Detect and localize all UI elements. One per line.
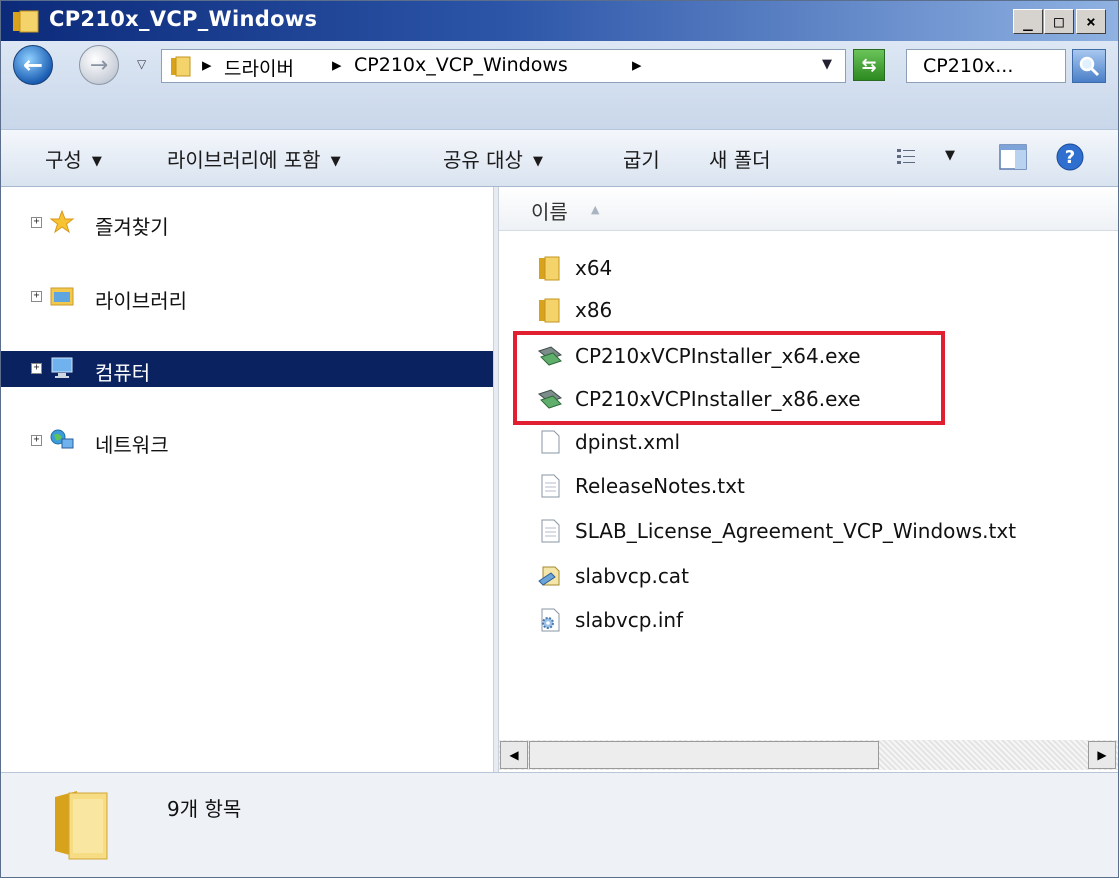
triangle-right-icon: ▶ <box>1097 748 1107 762</box>
breadcrumb-separator-icon[interactable]: ▸ <box>202 54 212 76</box>
text-file-icon <box>541 474 560 498</box>
expand-icon[interactable]: + <box>31 291 42 302</box>
nav-item-libraries[interactable]: + 라이브러리 <box>1 279 493 315</box>
view-options-dropdown[interactable]: ▼ <box>945 148 955 163</box>
text-file-icon <box>541 519 560 543</box>
arrow-left-icon: ← <box>22 51 44 79</box>
library-icon <box>50 287 74 306</box>
folder-icon <box>171 56 191 77</box>
list-item-folder-x86[interactable]: x86 <box>499 291 1118 329</box>
list-item-dpinst-xml[interactable]: dpinst.xml <box>499 423 1118 461</box>
list-item-folder-x64[interactable]: x64 <box>499 249 1118 287</box>
list-item-release-notes[interactable]: ReleaseNotes.txt <box>499 467 1118 505</box>
folder-icon <box>539 298 560 323</box>
recent-pages-dropdown[interactable]: ▽ <box>137 57 146 71</box>
help-icon[interactable]: ? <box>1055 142 1085 172</box>
refresh-button[interactable]: ⇆ <box>853 49 885 81</box>
chevron-down-icon: ▼ <box>945 148 955 163</box>
scrollbar-thumb[interactable] <box>529 741 879 769</box>
triangle-left-icon: ◀ <box>509 748 519 762</box>
details-pane: 9개 항목 <box>1 772 1118 877</box>
nav-item-network[interactable]: + 네트워크 <box>1 423 493 459</box>
include-in-library-menu[interactable]: 라이브러리에 포함 ▼ <box>167 144 341 173</box>
sort-ascending-icon: ▲ <box>591 203 600 216</box>
folder-icon <box>539 256 560 281</box>
network-icon <box>50 429 74 449</box>
search-icon <box>1079 56 1100 77</box>
organize-menu[interactable]: 구성 ▼ <box>45 144 102 173</box>
chevron-down-icon: ▽ <box>137 57 147 71</box>
breadcrumb-separator-icon[interactable]: ▸ <box>632 54 642 76</box>
command-bar: 구성 ▼ 라이브러리에 포함 ▼ 공유 대상 ▼ 굽기 새 폴더 ▼ ? <box>1 129 1118 187</box>
refresh-icon: ⇆ <box>861 54 877 76</box>
breadcrumb-current[interactable]: CP210x_VCP_Windows <box>354 54 568 76</box>
horizontal-scrollbar[interactable]: ◀ ▶ <box>499 740 1118 770</box>
new-folder-button[interactable]: 새 폴더 <box>709 144 771 173</box>
minimize-button[interactable]: _ <box>1013 9 1043 34</box>
share-with-menu[interactable]: 공유 대상 ▼ <box>443 144 543 173</box>
back-button[interactable]: ← <box>13 45 53 85</box>
breadcrumb-drivers[interactable]: 드라이버 <box>224 54 294 81</box>
folder-icon <box>55 791 108 860</box>
expand-icon[interactable]: + <box>31 435 42 446</box>
maximize-button[interactable]: □ <box>1044 9 1074 34</box>
catalog-file-icon <box>538 566 560 586</box>
computer-icon <box>51 357 73 378</box>
forward-button[interactable]: → <box>79 45 119 85</box>
star-icon <box>49 209 75 234</box>
chevron-down-icon: ▼ <box>91 154 102 169</box>
search-input[interactable] <box>906 49 1066 83</box>
chevron-down-icon: ▼ <box>822 57 832 72</box>
navigation-pane: + 즐겨찾기 + 라이브러리 + 컴퓨터 + 네트워크 <box>1 187 493 772</box>
list-item-slabvcp-inf[interactable]: slabvcp.inf <box>499 601 1118 639</box>
close-button[interactable]: × <box>1076 9 1106 34</box>
item-count: 9개 항목 <box>167 797 242 821</box>
scroll-right-button[interactable]: ▶ <box>1088 741 1116 769</box>
expand-icon[interactable]: + <box>31 217 42 228</box>
column-header-name[interactable]: 이름 ▲ <box>499 187 1118 231</box>
nav-item-favorites[interactable]: + 즐겨찾기 <box>1 205 493 241</box>
folder-icon <box>13 10 39 33</box>
title-bar[interactable]: CP210x_VCP_Windows _ □ × <box>1 1 1118 41</box>
svg-text:?: ? <box>1065 147 1075 168</box>
nav-item-computer[interactable]: + 컴퓨터 <box>1 351 493 387</box>
burn-button[interactable]: 굽기 <box>623 144 660 173</box>
address-history-dropdown[interactable]: ▼ <box>822 57 832 72</box>
search-button[interactable] <box>1072 49 1106 83</box>
list-item-slabvcp-cat[interactable]: slabvcp.cat <box>499 557 1118 595</box>
address-box[interactable]: ▸ 드라이버 ▸ CP210x_VCP_Windows ▸ ▼ <box>161 49 846 83</box>
view-list-icon[interactable] <box>895 146 917 168</box>
chevron-down-icon: ▼ <box>532 154 543 169</box>
scroll-left-button[interactable]: ◀ <box>500 741 528 769</box>
expand-icon[interactable]: + <box>31 363 42 374</box>
window-title: CP210x_VCP_Windows <box>49 7 318 31</box>
settings-file-icon <box>541 608 560 632</box>
preview-pane-icon[interactable] <box>999 144 1027 170</box>
breadcrumb-separator-icon[interactable]: ▸ <box>332 54 342 76</box>
installer-highlight-box <box>513 331 945 425</box>
arrow-right-icon: → <box>89 52 109 78</box>
list-item-license-agreement[interactable]: SLAB_License_Agreement_VCP_Windows.txt <box>499 512 1118 550</box>
explorer-window: CP210x_VCP_Windows _ □ × ← → ▽ ▸ 드라이버 ▸ … <box>0 0 1119 878</box>
chevron-down-icon: ▼ <box>330 154 341 169</box>
file-icon <box>541 430 560 454</box>
file-list: 이름 ▲ x64 x86 CP210xVCPInstaller_x64.exe <box>499 187 1118 772</box>
